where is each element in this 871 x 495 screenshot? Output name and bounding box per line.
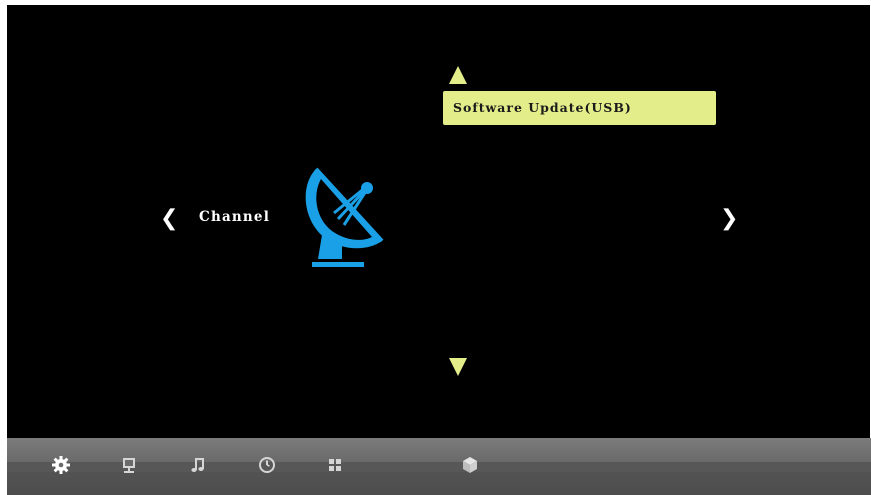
- menu-item-software-update-usb[interactable]: Software Update(USB): [443, 91, 716, 125]
- music-note-icon[interactable]: [188, 454, 210, 476]
- tv-screen: Software Update(USB) ❮ Channel ❯: [0, 0, 871, 495]
- scroll-up-arrow-icon[interactable]: [449, 66, 467, 84]
- monitor-icon[interactable]: [118, 454, 140, 476]
- grid-icon[interactable]: [324, 454, 346, 476]
- menu-background: [7, 5, 870, 494]
- previous-category-arrow-icon[interactable]: ❮: [160, 208, 178, 230]
- clock-icon[interactable]: [256, 454, 278, 476]
- cube-icon[interactable]: [459, 454, 481, 476]
- gear-icon[interactable]: [50, 454, 72, 476]
- category-label[interactable]: Channel: [199, 209, 270, 225]
- satellite-dish-icon: [296, 165, 386, 273]
- scroll-down-arrow-icon[interactable]: [449, 358, 467, 376]
- next-category-arrow-icon[interactable]: ❯: [720, 208, 738, 230]
